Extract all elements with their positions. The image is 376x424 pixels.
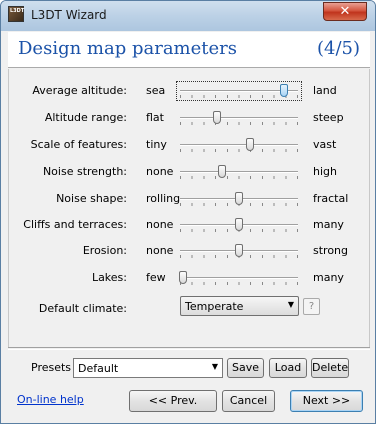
param-min-label: tiny <box>146 138 167 151</box>
next-button[interactable]: Next >> <box>290 390 363 412</box>
param-row-altitude-range: Altitude range: flat steep <box>9 108 371 128</box>
param-max-label: many <box>313 271 344 284</box>
param-min-label: sea <box>146 84 166 97</box>
slider-thumb[interactable] <box>235 218 243 231</box>
slider-thumb[interactable] <box>179 271 187 284</box>
cancel-button[interactable]: Cancel <box>222 390 275 412</box>
param-row-average-altitude: Average altitude: sea land <box>9 81 371 101</box>
presets-label: Presets <box>31 361 72 374</box>
page-title: Design map parameters <box>18 38 237 59</box>
wizard-window: L3DT L3DT Wizard ✕ Design map parameters… <box>0 0 376 424</box>
slider-track[interactable] <box>180 171 298 173</box>
slider-track[interactable] <box>180 117 298 119</box>
param-max-label: high <box>313 165 337 178</box>
param-min-label: none <box>146 165 174 178</box>
load-preset-button[interactable]: Load <box>269 358 307 378</box>
slider-thumb[interactable] <box>246 138 255 151</box>
slider-track[interactable] <box>180 277 298 279</box>
slider-ticks <box>180 282 298 285</box>
param-label: Erosion: <box>82 244 127 257</box>
param-row-cliffs-and-terraces: Cliffs and terraces: none many <box>9 215 371 235</box>
param-max-label: fractal <box>313 192 349 205</box>
slider-ticks <box>180 149 298 152</box>
param-row-erosion: Erosion: none strong <box>9 241 371 261</box>
param-row-noise-shape: Noise shape: rolling fractal <box>9 189 371 209</box>
chevron-down-icon: ▼ <box>211 362 218 371</box>
slider-thumb[interactable] <box>212 111 221 124</box>
param-label: Altitude range: <box>44 111 127 124</box>
param-max-label: land <box>313 84 337 97</box>
param-min-label: few <box>146 271 166 284</box>
param-min-label: none <box>146 244 174 257</box>
param-label: Scale of features: <box>30 138 127 151</box>
l3dt-app-icon: L3DT <box>8 6 24 22</box>
presets-select[interactable]: Default ▼ <box>73 358 223 378</box>
online-help-link[interactable]: On-line help <box>17 393 84 406</box>
save-preset-button[interactable]: Save <box>227 358 264 378</box>
close-icon: ✕ <box>339 4 351 19</box>
slider-thumb[interactable] <box>235 244 243 257</box>
param-row-lakes: Lakes: few many <box>9 268 371 288</box>
param-label: Noise shape: <box>56 192 127 205</box>
param-max-label: steep <box>313 111 344 124</box>
parameters-panel: Average altitude: sea land Altitude rang… <box>8 69 370 347</box>
delete-preset-button[interactable]: Delete <box>311 358 349 378</box>
param-max-label: many <box>313 218 344 231</box>
slider-ticks <box>180 176 298 179</box>
divider <box>8 347 370 350</box>
climate-select[interactable]: Temperate ▼ <box>180 296 299 316</box>
param-row-scale-of-features: Scale of features: tiny vast <box>9 135 371 155</box>
param-label: Lakes: <box>91 271 127 284</box>
param-row-noise-strength: Noise strength: none high <box>9 162 371 182</box>
climate-help-button[interactable]: ? <box>303 298 320 315</box>
param-label: Average altitude: <box>32 84 127 97</box>
climate-label: Default climate: <box>38 302 127 315</box>
close-button[interactable]: ✕ <box>323 2 367 21</box>
title-bar[interactable]: L3DT L3DT Wizard ✕ <box>1 1 375 31</box>
prev-button[interactable]: << Prev. <box>129 390 217 412</box>
slider-ticks <box>180 122 298 125</box>
param-min-label: flat <box>146 111 164 124</box>
slider-thumb[interactable] <box>235 192 243 205</box>
wizard-header: Design map parameters (4/5) <box>8 32 370 68</box>
slider-track[interactable] <box>180 144 298 146</box>
climate-value: Temperate <box>185 300 244 313</box>
chevron-down-icon: ▼ <box>287 300 294 309</box>
param-min-label: rolling <box>146 192 181 205</box>
app-icon-text: L3DT <box>10 8 25 14</box>
presets-value: Default <box>78 362 119 375</box>
param-max-label: strong <box>313 244 349 257</box>
param-max-label: vast <box>313 138 337 151</box>
window-title: L3DT Wizard <box>31 8 107 22</box>
step-indicator: (4/5) <box>316 38 360 59</box>
param-label: Noise strength: <box>42 165 127 178</box>
param-min-label: none <box>146 218 174 231</box>
slider-thumb[interactable] <box>218 165 227 178</box>
param-label: Cliffs and terraces: <box>23 218 127 231</box>
slider-thumb[interactable] <box>279 84 288 97</box>
